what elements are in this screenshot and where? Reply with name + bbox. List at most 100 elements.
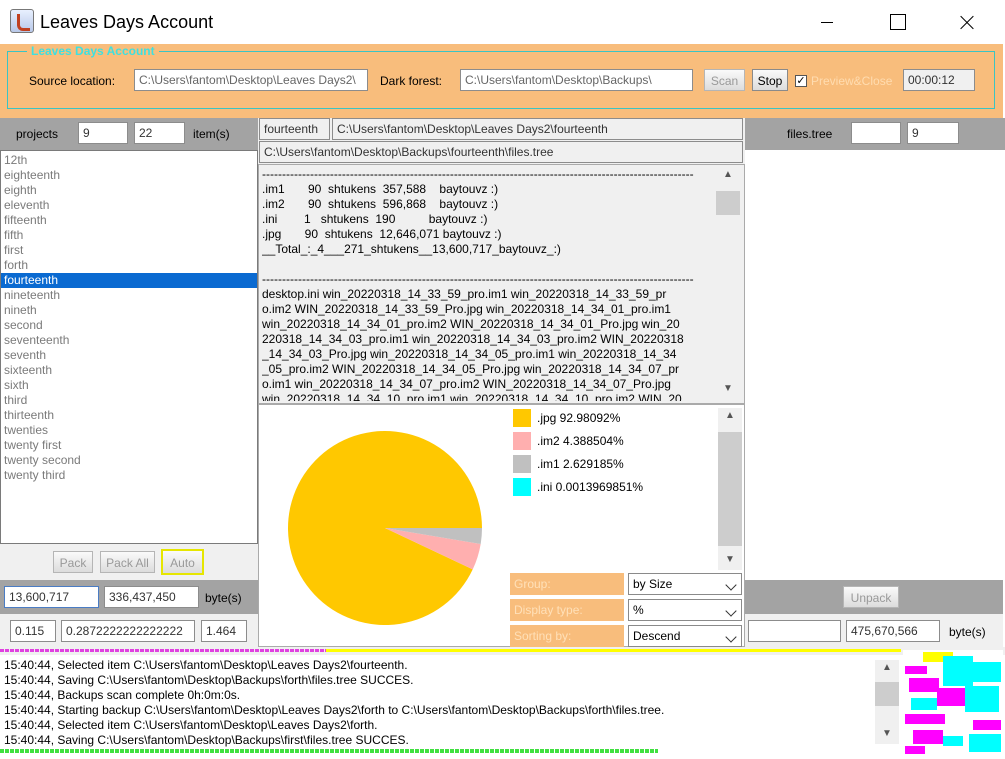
files-tree-list[interactable] (745, 150, 1003, 580)
summary-line: win_20220318_14_34_10_pro.im1 win_202203… (262, 392, 682, 401)
scan-button[interactable]: Scan (704, 69, 745, 91)
scroll-thumb[interactable] (718, 432, 742, 546)
project-list[interactable]: 12th eighteenth eighth eleventh fifteenth fif… (0, 150, 258, 544)
project-list-item[interactable]: nineteenth (1, 288, 257, 303)
files-tree-label: files.tree (787, 127, 833, 141)
scroll-up-icon[interactable]: ▲ (718, 408, 742, 424)
selected-item-name: fourteenth (259, 118, 330, 140)
scroll-down-icon[interactable]: ▼ (718, 552, 742, 568)
items-count: 22 (134, 122, 185, 144)
group-select[interactable]: by Size (628, 573, 742, 595)
project-list-item[interactable]: sixth (1, 378, 257, 393)
group-title: Leaves Days Account (27, 44, 159, 58)
summary-line: _05_pro.im2 WIN_20220318_14_34_05_Pro.jp… (262, 362, 680, 376)
tree-count-b: 9 (907, 122, 959, 144)
display-type-select[interactable]: % (628, 599, 742, 621)
dark-forest-label: Dark forest: (380, 74, 443, 88)
project-list-item[interactable]: first (1, 243, 257, 258)
chart-scrollbar[interactable]: ▲ ▼ (718, 408, 742, 570)
elapsed-timer: 00:00:12 (903, 69, 975, 91)
project-list-item[interactable]: thirteenth (1, 408, 257, 423)
bytes-label: byte(s) (205, 591, 242, 605)
project-list-item[interactable]: third (1, 393, 257, 408)
pack-all-button[interactable]: Pack All (100, 551, 155, 573)
source-bytes: 336,437,450 (104, 586, 199, 608)
items-label: item(s) (193, 127, 230, 141)
log-line: 15:40:44, Selected item C:\Users\fantom\… (4, 658, 408, 672)
summary-line: 220318_14_34_03_pro.im1 win_20220318_14_… (262, 332, 684, 346)
summary-line: .im2 90 shtukens 596,868 baytouvz :) (262, 197, 499, 211)
project-list-item[interactable]: twenty third (1, 468, 257, 483)
scroll-down-icon[interactable]: ▼ (875, 726, 899, 742)
close-icon[interactable] (946, 8, 986, 36)
project-list-item[interactable]: sixteenth (1, 363, 257, 378)
pack-button[interactable]: Pack (53, 551, 93, 573)
window-title: Leaves Days Account (40, 12, 214, 32)
scroll-down-icon[interactable]: ▼ (716, 381, 740, 397)
project-list-item[interactable]: fifteenth (1, 213, 257, 228)
stop-button[interactable]: Stop (752, 69, 788, 91)
preview-close-label: Preview&Close (811, 74, 893, 88)
project-list-item[interactable]: eighth (1, 183, 257, 198)
project-list-item[interactable]: seventeenth (1, 333, 257, 348)
sorting-select[interactable]: Descend (628, 625, 742, 647)
ratio-b: 0.2872222222222222 (61, 620, 195, 642)
projects-label: projects (16, 127, 59, 141)
ratio-c: 1.464 (201, 620, 247, 642)
project-list-item[interactable]: twenties (1, 423, 257, 438)
log-line: 15:40:44, Backups scan complete 0h:0m:0s… (4, 688, 241, 702)
scroll-thumb[interactable] (875, 682, 899, 706)
unpack-button[interactable]: Unpack (843, 586, 899, 608)
progress-bar-magenta (0, 649, 326, 652)
block-map-visual (903, 650, 1003, 755)
chevron-down-icon (725, 579, 737, 591)
summary-line: o.im1 win_20220318_14_34_07_pro.im2 WIN_… (262, 377, 671, 391)
project-list-item[interactable]: fourteenth (1, 273, 257, 288)
summary-line: ----------------------------------------… (262, 272, 694, 286)
auto-button[interactable]: Auto (161, 549, 204, 575)
maximize-icon[interactable] (876, 8, 916, 36)
dark-forest-field[interactable]: C:\Users\fantom\Desktop\Backups\ (460, 69, 693, 91)
source-location-label: Source location: (29, 74, 116, 88)
chevron-down-icon (725, 605, 737, 617)
project-list-item[interactable]: twenty first (1, 438, 257, 453)
summary-line: .im1 90 shtukens 357,588 baytouvz :) (262, 182, 499, 196)
project-list-item[interactable]: eighteenth (1, 168, 257, 183)
legend-label: .jpg 92.98092% (537, 411, 621, 425)
legend-swatch (513, 409, 531, 427)
preview-close-checkbox[interactable]: ✓ (795, 75, 807, 87)
minimize-icon[interactable] (806, 8, 846, 36)
summary-line: ----------------------------------------… (262, 167, 694, 181)
project-list-item[interactable]: twenty second (1, 453, 257, 468)
sorting-value: Descend (633, 629, 681, 643)
log-area[interactable]: 15:40:44, Selected item C:\Users\fantom\… (0, 656, 874, 748)
summary-scrollbar[interactable]: ▲ ▼ (716, 167, 740, 401)
legend-swatch (513, 455, 531, 473)
sorting-label: Sorting by: (510, 625, 624, 647)
summary-text[interactable]: ----------------------------------------… (262, 167, 714, 401)
java-app-icon (10, 9, 34, 33)
project-list-item[interactable]: eleventh (1, 198, 257, 213)
project-list-item[interactable]: second (1, 318, 257, 333)
scroll-up-icon[interactable]: ▲ (875, 660, 899, 676)
legend-label: .im2 4.388504% (537, 434, 624, 448)
project-list-item[interactable]: nineth (1, 303, 257, 318)
projects-count: 9 (78, 122, 128, 144)
group-value: by Size (633, 577, 673, 591)
log-scrollbar[interactable]: ▲ ▼ (875, 660, 899, 744)
log-line: 15:40:44, Saving C:\Users\fantom\Desktop… (4, 733, 409, 747)
summary-line: desktop.ini win_20220318_14_33_59_pro.im… (262, 287, 667, 301)
legend-entry: .im1 2.629185% (513, 455, 713, 473)
project-list-item[interactable]: 12th (1, 153, 257, 168)
legend-entry: .ini 0.0013969851% (513, 478, 713, 496)
chevron-down-icon (725, 631, 737, 643)
summary-line: .ini 1 shtukens 190 baytouvz :) (262, 212, 488, 226)
project-list-item[interactable]: forth (1, 258, 257, 273)
legend-label: .im1 2.629185% (537, 457, 624, 471)
project-list-item[interactable]: seventh (1, 348, 257, 363)
project-list-item[interactable]: fifth (1, 228, 257, 243)
scroll-thumb[interactable] (716, 191, 740, 215)
source-location-field[interactable]: C:\Users\fantom\Desktop\Leaves Days2\ (134, 69, 368, 91)
scroll-up-icon[interactable]: ▲ (716, 167, 740, 183)
right-bytes-label: byte(s) (949, 625, 986, 639)
